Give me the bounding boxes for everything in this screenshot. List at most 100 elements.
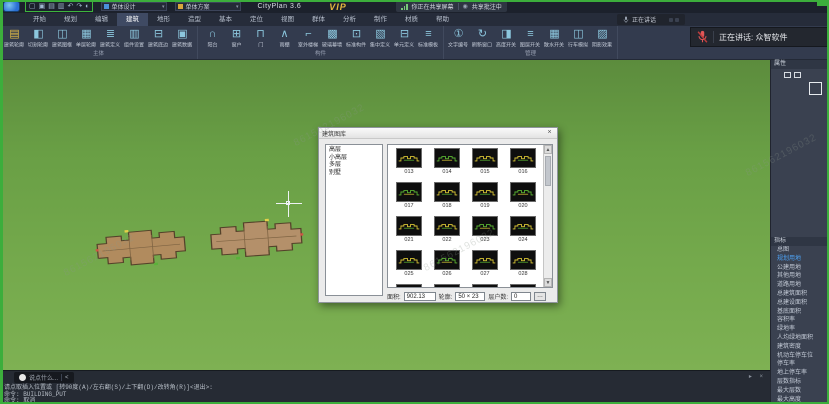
- ribbon-tab[interactable]: 规划: [55, 13, 86, 26]
- indicator-item[interactable]: 总建设面积: [771, 299, 829, 308]
- ribbon-button[interactable]: ▦ 单层轮廓: [75, 27, 98, 49]
- indicator-item[interactable]: 建筑密度: [771, 343, 829, 352]
- indicator-item[interactable]: 地上停车率: [771, 369, 829, 378]
- ribbon-tab[interactable]: 地形: [148, 13, 179, 26]
- browse-button[interactable]: …: [534, 292, 546, 301]
- ribbon-button[interactable]: ≡ 标准模板: [417, 27, 440, 49]
- building-thumbnail[interactable]: 021: [390, 216, 428, 250]
- indicator-item[interactable]: 基底面积: [771, 308, 829, 317]
- building-thumbnail[interactable]: 027: [466, 250, 504, 284]
- ribbon-tab[interactable]: 材质: [396, 13, 427, 26]
- category-item[interactable]: 多层: [326, 162, 382, 170]
- scene-combo[interactable]: 单体方案 ▾: [175, 2, 241, 11]
- building-thumbnail[interactable]: 023: [466, 216, 504, 250]
- building-thumbnail[interactable]: 032: [504, 284, 542, 288]
- list-view-icon[interactable]: [794, 72, 801, 78]
- ribbon-button[interactable]: ⊡ 标准构件: [345, 27, 368, 49]
- meeting-chat-tab[interactable]: 说点什么... <: [14, 372, 74, 383]
- building-thumbnail[interactable]: 018: [428, 182, 466, 216]
- ribbon-button[interactable]: ▣ 建筑数据: [171, 27, 194, 49]
- building-thumbnail[interactable]: 029: [390, 284, 428, 288]
- ribbon-tab[interactable]: 视图: [272, 13, 303, 26]
- indicator-item[interactable]: 其他用地: [771, 272, 829, 281]
- reaction-icons[interactable]: [669, 18, 679, 22]
- save-all-icon[interactable]: ▥: [58, 2, 65, 11]
- ribbon-tab[interactable]: 群体: [303, 13, 334, 26]
- building-thumbnail[interactable]: 024: [504, 216, 542, 250]
- area-field[interactable]: 902.13: [404, 292, 436, 301]
- size-field[interactable]: 50 × 23: [455, 292, 485, 301]
- ribbon-tab[interactable]: 编辑: [86, 13, 117, 26]
- mic-icon[interactable]: [623, 16, 629, 24]
- redo-icon[interactable]: ↷: [76, 2, 82, 11]
- indicator-item[interactable]: 总图: [771, 246, 829, 255]
- indicator-item[interactable]: 规划用地: [771, 255, 829, 264]
- indicator-item[interactable]: 最大层数: [771, 387, 829, 396]
- dialog-title-bar[interactable]: 建筑图库 ×: [319, 128, 557, 139]
- ribbon-tab[interactable]: 分析: [334, 13, 365, 26]
- ribbon-button[interactable]: ∧ 雨棚: [273, 27, 296, 49]
- ribbon-button[interactable]: ◧ 切割轮廓: [27, 27, 50, 49]
- ribbon-tab[interactable]: 造型: [179, 13, 210, 26]
- ribbon-button[interactable]: ▤ 建筑轮廓: [3, 27, 26, 49]
- scrollbar-thumb[interactable]: [545, 156, 551, 186]
- indicator-item[interactable]: 人均绿地面积: [771, 334, 829, 343]
- open-file-icon[interactable]: ▣: [39, 2, 46, 11]
- undo-icon[interactable]: ↶: [68, 2, 74, 11]
- ribbon-button[interactable]: ① 文字编号: [447, 27, 470, 49]
- ribbon-button[interactable]: ▧ 集中定义: [369, 27, 392, 49]
- console-corner-icons[interactable]: ▸ ×: [749, 373, 766, 380]
- indicator-item[interactable]: 公建用地: [771, 264, 829, 273]
- building-thumbnail[interactable]: 031: [466, 284, 504, 288]
- ribbon-button[interactable]: ◫ 建筑图框: [51, 27, 74, 49]
- ribbon-tab[interactable]: 定位: [241, 13, 272, 26]
- ribbon-button[interactable]: ▦ 散水开关: [543, 27, 566, 49]
- ribbon-button[interactable]: ⊟ 单元定义: [393, 27, 416, 49]
- ribbon-button[interactable]: ◨ 高度开关: [495, 27, 518, 49]
- indicator-item[interactable]: 容积率: [771, 316, 829, 325]
- building-thumbnail[interactable]: 014: [428, 148, 466, 182]
- indicator-item[interactable]: 最大高度: [771, 396, 829, 404]
- category-item[interactable]: 高层: [326, 147, 382, 155]
- indicator-item[interactable]: 层数指标: [771, 378, 829, 387]
- theme-icon[interactable]: ◐: [85, 2, 89, 11]
- building-thumbnail[interactable]: 030: [428, 284, 466, 288]
- ribbon-button[interactable]: ⌐ 室外楼梯: [297, 27, 320, 49]
- collapse-chat-icon[interactable]: <: [65, 375, 69, 381]
- ribbon-button[interactable]: ▥ 组件设置: [123, 27, 146, 49]
- ribbon-tab[interactable]: 建筑: [117, 13, 148, 26]
- units-field[interactable]: 0: [511, 292, 531, 301]
- ribbon-button[interactable]: ↻ 刷新窗口: [471, 27, 494, 49]
- building-thumbnail[interactable]: 017: [390, 182, 428, 216]
- selection-box-icon[interactable]: [809, 82, 822, 95]
- building-thumbnail[interactable]: 026: [428, 250, 466, 284]
- building-thumbnail[interactable]: 015: [466, 148, 504, 182]
- building-thumbnail[interactable]: 013: [390, 148, 428, 182]
- scroll-down-icon[interactable]: ▼: [544, 278, 552, 287]
- ribbon-button[interactable]: ≣ 建筑定义: [99, 27, 122, 49]
- building-thumbnail[interactable]: 022: [428, 216, 466, 250]
- ribbon-tab[interactable]: 开始: [24, 13, 55, 26]
- category-item[interactable]: 别墅: [326, 170, 382, 178]
- category-item[interactable]: 小高层: [326, 155, 382, 163]
- building-thumbnail[interactable]: 025: [390, 250, 428, 284]
- new-file-icon[interactable]: ▢: [29, 2, 36, 11]
- ribbon-tab[interactable]: 制作: [365, 13, 396, 26]
- command-history[interactable]: 请点取插入位置或 [转90度(A)/左右翻(S)/上下翻(D)/改转角(R)]<…: [4, 385, 766, 404]
- layer-combo[interactable]: 单体设计 ▾: [101, 2, 167, 11]
- ribbon-button[interactable]: ▩ 玻璃幕墙: [321, 27, 344, 49]
- app-logo-icon[interactable]: [3, 1, 20, 12]
- indicator-item[interactable]: 机动车停车位: [771, 352, 829, 361]
- indicator-item[interactable]: 总建筑面积: [771, 290, 829, 299]
- building-thumbnail[interactable]: 019: [466, 182, 504, 216]
- ribbon-tab[interactable]: 基本: [210, 13, 241, 26]
- ribbon-button[interactable]: ▨ 阴影效果: [591, 27, 614, 49]
- ribbon-button[interactable]: ⊞ 窗户: [225, 27, 248, 49]
- indicator-item[interactable]: 绿地率: [771, 325, 829, 334]
- grid-view-icon[interactable]: [784, 72, 791, 78]
- mic-muted-icon[interactable]: [697, 30, 708, 44]
- building-thumbnail[interactable]: 016: [504, 148, 542, 182]
- ribbon-button[interactable]: ⊓ 门: [249, 27, 272, 49]
- building-thumbnail[interactable]: 028: [504, 250, 542, 284]
- scroll-up-icon[interactable]: ▲: [544, 145, 552, 154]
